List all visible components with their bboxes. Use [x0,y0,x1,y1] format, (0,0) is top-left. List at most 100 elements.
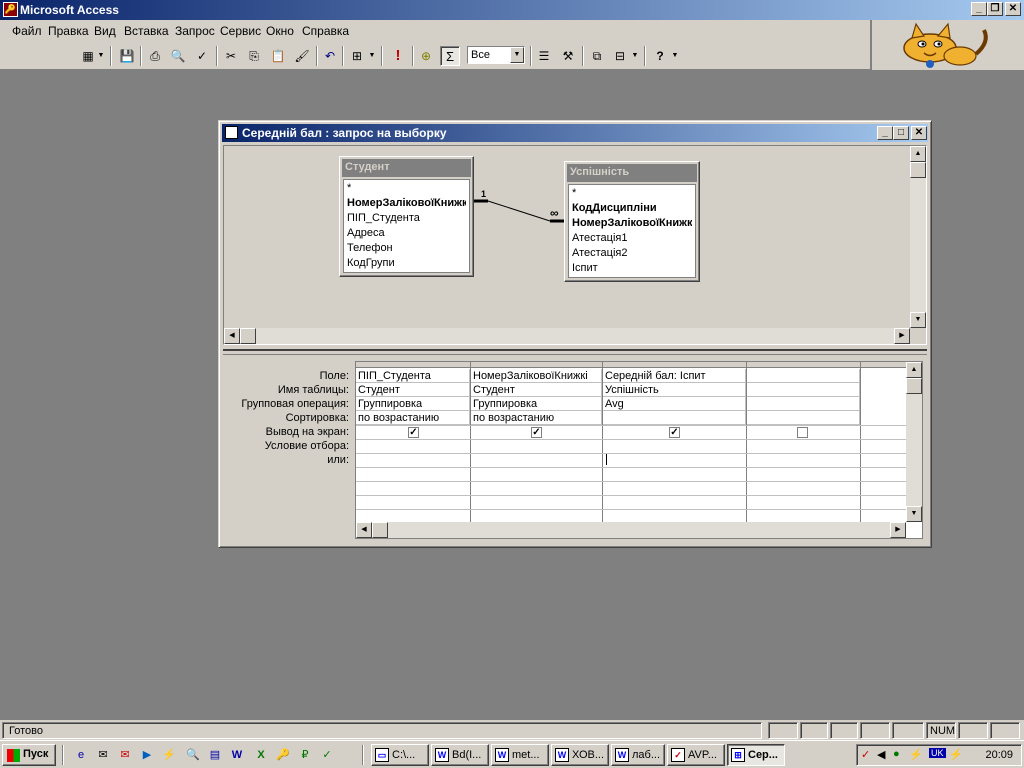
scroll-right-icon[interactable]: ▶ [890,522,906,538]
scroll-right-icon[interactable]: ▶ [894,328,910,344]
print-preview-icon[interactable]: 🔍 [168,46,188,66]
menu-edit[interactable]: Правка [48,24,89,38]
field-item[interactable]: КодГрупи [347,256,466,271]
grid-cell-sort[interactable] [747,411,860,425]
access-icon[interactable]: 🔑 [274,746,292,764]
scroll-left-icon[interactable]: ◀ [224,328,240,344]
grid-cell-table[interactable] [747,383,860,397]
grid-hscroll[interactable]: ◀ ▶ [356,522,906,538]
field-item[interactable]: НомерЗаліковоїКнижки [347,196,466,211]
task-button[interactable]: ✓ AVP... [667,744,725,766]
field-item[interactable]: Іспит [572,261,692,276]
grid-show-checkbox[interactable]: ✓ [408,427,419,438]
new-object-icon[interactable]: ⊟ [610,46,630,66]
menu-window[interactable]: Окно [266,24,294,38]
grid-cell-total[interactable] [747,397,860,411]
start-button[interactable]: Пуск [2,744,56,766]
database-window-icon[interactable]: ⧉ [587,46,607,66]
task-button[interactable]: W ХОВ... [551,744,609,766]
task-button[interactable]: W лаб... [611,744,665,766]
project-icon[interactable]: ₽ [296,746,314,764]
antivirus-tray-icon[interactable]: ✓ [861,748,870,761]
network-icon[interactable]: ● [893,748,900,760]
grid-cell-total[interactable]: Группировка [356,397,470,411]
menu-insert[interactable]: Вставка [124,24,169,38]
scroll-left-icon[interactable]: ◀ [356,522,372,538]
task-button[interactable]: ▭ C:\... [371,744,429,766]
scroll-up-icon[interactable]: ▲ [910,146,926,162]
build-icon[interactable]: ⚒ [558,46,578,66]
format-painter-icon[interactable]: 🖌 [292,46,312,66]
table-pane-hscroll[interactable]: ◀ ▶ [224,328,910,344]
outlook-icon[interactable]: ✉ [94,746,112,764]
field-item[interactable]: Адреса [347,226,466,241]
view-icon[interactable]: ▦ [78,46,98,66]
cut-icon[interactable]: ✂ [221,46,241,66]
field-item[interactable]: ПІП_Студента [347,211,466,226]
find-icon[interactable]: 🔍 [184,746,202,764]
query-type-icon[interactable]: ⊞ [347,46,367,66]
restore-button[interactable]: ❐ [987,2,1003,16]
volume-icon[interactable]: ◀ [877,748,885,761]
grid-cell-sort[interactable]: по возрастанию [356,411,470,425]
task-button[interactable]: W met... [491,744,549,766]
copy-icon[interactable]: ⎘ [244,46,264,66]
table-student[interactable]: Студент * НомерЗаліковоїКнижки ПІП_Студе… [339,156,474,277]
table-student-header[interactable]: Студент [342,159,471,177]
grid-show-checkbox[interactable]: ✓ [669,427,680,438]
query-type-dropdown-icon[interactable]: ▼ [367,46,377,66]
query-minimize-button[interactable]: _ [877,126,893,140]
menu-help[interactable]: Справка [302,24,349,38]
task-button-active[interactable]: ⊞ Сер... [727,744,785,766]
grid-show-checkbox[interactable]: ✓ [531,427,542,438]
properties-icon[interactable]: ☰ [534,46,554,66]
field-item[interactable]: * [347,181,466,196]
column-selector-bar[interactable] [356,362,906,368]
grid-cell-sort[interactable] [603,411,746,425]
save-icon[interactable]: 💾 [117,46,137,66]
spellcheck-icon[interactable]: ✓ [192,46,212,66]
scroll-thumb[interactable] [240,328,256,344]
checkmark-icon[interactable]: ✓ [318,746,336,764]
grid-cell-field[interactable]: НомерЗаліковоїКнижкі [471,369,602,383]
undo-icon[interactable]: ↶ [320,46,340,66]
ie-icon[interactable]: e [72,746,90,764]
mail-icon[interactable]: ✉ [116,746,134,764]
winamp-icon[interactable]: ⚡ [160,746,178,764]
menu-query[interactable]: Запрос [175,24,215,38]
table-uspishnist-header[interactable]: Успішність [567,164,697,182]
task-button[interactable]: W Bd(I... [431,744,489,766]
field-item[interactable]: Атестація1 [572,231,692,246]
grid-cell-sort[interactable]: по возрастанию [471,411,602,425]
query-maximize-button[interactable]: □ [893,126,909,140]
menu-view[interactable]: Вид [94,24,116,38]
scroll-thumb[interactable] [906,378,922,394]
winamp-tray-icon[interactable]: ⚡ [909,748,923,761]
field-item[interactable]: Атестація2 [572,246,692,261]
run-icon[interactable]: ! [388,46,408,66]
minimize-button[interactable]: _ [971,2,987,16]
menu-file[interactable]: Файл [12,24,42,38]
word-quick-icon[interactable]: ▤ [206,746,224,764]
grid-show-checkbox[interactable] [797,427,808,438]
grid-cell-field[interactable]: ПІП_Студента [356,369,470,383]
query-close-button[interactable]: ✕ [911,126,927,140]
word-icon[interactable]: W [228,746,246,764]
help-dropdown-icon[interactable]: ▼ [670,46,680,66]
clock[interactable]: 20:09 [985,749,1013,761]
help-icon[interactable]: ? [650,46,670,66]
language-indicator[interactable]: UK [929,748,946,758]
grid-cell-table[interactable]: Студент [356,383,470,397]
chevron-down-icon[interactable]: ▼ [510,47,524,63]
grid-cell-field[interactable]: Середній бал: Іспит [603,369,746,383]
view-dropdown-icon[interactable]: ▼ [96,46,106,66]
menu-tools[interactable]: Сервис [220,24,261,38]
paste-icon[interactable]: 📋 [268,46,288,66]
excel-icon[interactable]: X [252,746,270,764]
pane-splitter[interactable] [223,349,927,355]
close-button[interactable]: ✕ [1005,2,1021,16]
scroll-down-icon[interactable]: ▼ [906,506,922,522]
totals-icon[interactable]: Σ [440,46,460,66]
scroll-thumb[interactable] [372,522,388,538]
scroll-up-icon[interactable]: ▲ [906,362,922,378]
